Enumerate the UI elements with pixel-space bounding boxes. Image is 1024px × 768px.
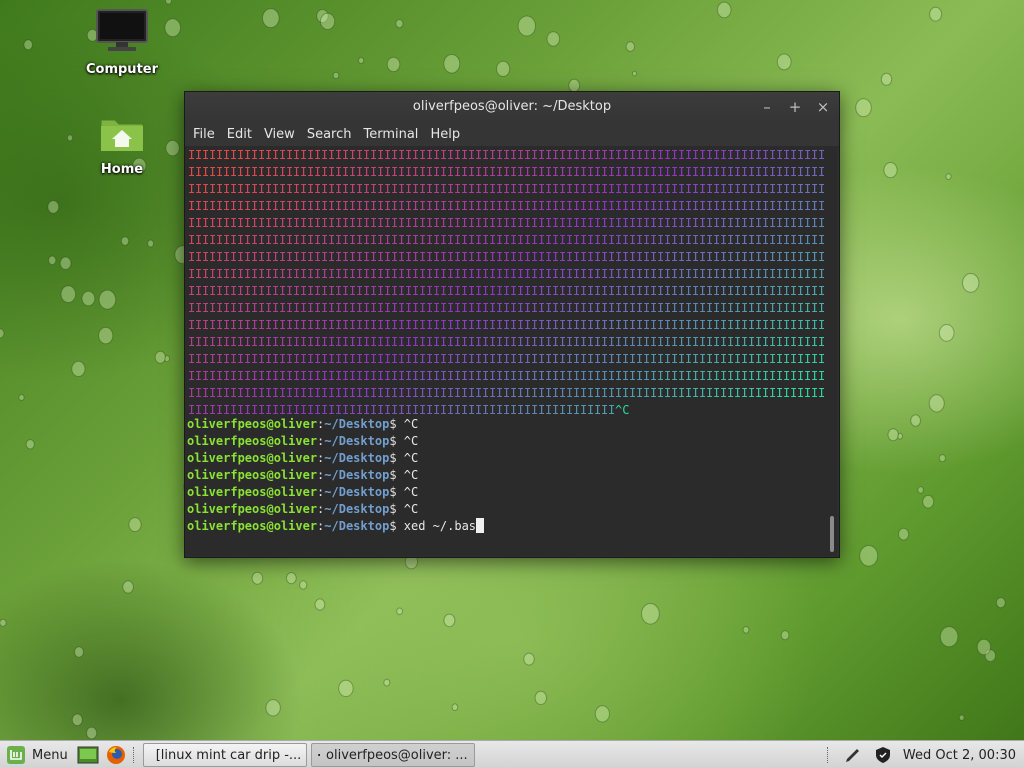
desktop-icon-computer[interactable]: Computer bbox=[82, 8, 162, 77]
terminal-line: oliverfpeos@oliver:~/Desktop$ ^C bbox=[185, 467, 827, 484]
scrollbar-thumb[interactable] bbox=[830, 516, 834, 552]
rainbow-glyph: I bbox=[818, 267, 825, 281]
terminal-line: oliverfpeos@oliver:~/Desktop$ ^C bbox=[185, 450, 827, 467]
rainbow-tail: ^C bbox=[615, 403, 629, 416]
terminal-line: oliverfpeos@oliver:~/Desktop$ ^C bbox=[185, 416, 827, 433]
terminal-scrollbar[interactable] bbox=[827, 146, 837, 556]
command-text: xed ~/.bas bbox=[396, 519, 477, 533]
terminal-line: oliverfpeos@oliver:~/Desktop$ ^C bbox=[185, 433, 827, 450]
terminal-line: oliverfpeos@oliver:~/Desktop$ xed ~/.bas bbox=[185, 518, 827, 535]
taskbar-window-image-viewer[interactable]: [linux mint car drip -... bbox=[142, 743, 307, 767]
prompt-path: ~/Desktop bbox=[324, 451, 390, 465]
rainbow-glyph: I bbox=[818, 386, 825, 400]
window-title: oliverfpeos@oliver: ~/Desktop bbox=[412, 99, 612, 114]
prompt-user-host: oliverfpeos@oliver bbox=[187, 468, 318, 482]
prompt-path: ~/Desktop bbox=[324, 502, 390, 516]
maximize-button[interactable]: + bbox=[787, 92, 803, 122]
taskbar-window-terminal[interactable]: oliverfpeos@oliver: ... bbox=[310, 743, 475, 767]
rainbow-glyph: I bbox=[818, 284, 825, 298]
taskbar-separator bbox=[826, 747, 830, 763]
menu-edit[interactable]: Edit bbox=[221, 127, 258, 142]
rainbow-glyph: I bbox=[818, 182, 825, 196]
command-text: ^C bbox=[396, 451, 419, 465]
prompt-path: ~/Desktop bbox=[324, 485, 390, 499]
terminal-menubar: File Edit View Search Terminal Help bbox=[185, 122, 839, 146]
rainbow-glyph: I bbox=[818, 352, 825, 366]
menu-file[interactable]: File bbox=[187, 127, 221, 142]
rainbow-glyph: I bbox=[818, 199, 825, 213]
rainbow-glyph: I bbox=[818, 148, 825, 162]
terminal-window[interactable]: oliverfpeos@oliver: ~/Desktop – + × File… bbox=[184, 91, 840, 558]
tray-pen-icon[interactable] bbox=[843, 745, 863, 765]
rainbow-glyph: I bbox=[818, 165, 825, 179]
window-titlebar[interactable]: oliverfpeos@oliver: ~/Desktop – + × bbox=[185, 92, 839, 122]
mint-logo-icon bbox=[7, 746, 25, 764]
command-text: ^C bbox=[396, 502, 419, 516]
terminal-output[interactable]: IIIIIIIIIIIIIIIIIIIIIIIIIIIIIIIIIIIIIIII… bbox=[185, 146, 827, 556]
minimize-button[interactable]: – bbox=[759, 92, 775, 122]
prompt-user-host: oliverfpeos@oliver bbox=[187, 434, 318, 448]
prompt-dollar: $ bbox=[389, 468, 397, 482]
prompt-dollar: $ bbox=[389, 434, 397, 448]
terminal-icon bbox=[317, 753, 320, 757]
monitor-icon bbox=[96, 9, 148, 51]
rainbow-glyph: I bbox=[818, 301, 825, 315]
desktop-icon-label: Home bbox=[100, 162, 144, 177]
taskbar-separator bbox=[132, 747, 136, 763]
taskbar-window-label: oliverfpeos@oliver: ... bbox=[326, 747, 468, 763]
prompt-dollar: $ bbox=[389, 519, 397, 533]
command-history: oliverfpeos@oliver:~/Desktop$ ^C oliverfp… bbox=[185, 416, 827, 535]
desktop-icon-home[interactable]: Home bbox=[82, 112, 162, 177]
rainbow-output: IIIIIIIIIIIIIIIIIIIIIIIIIIIIIIIIIIIIIIII… bbox=[188, 148, 825, 416]
close-button[interactable]: × bbox=[815, 92, 831, 122]
taskbar-window-label: [linux mint car drip -... bbox=[155, 747, 302, 763]
prompt-user-host: oliverfpeos@oliver bbox=[187, 502, 318, 516]
rainbow-glyph: I bbox=[818, 216, 825, 230]
command-text: ^C bbox=[396, 434, 419, 448]
firefox-icon bbox=[106, 746, 125, 764]
prompt-path: ~/Desktop bbox=[324, 434, 390, 448]
rainbow-glyph: I bbox=[818, 250, 825, 264]
rainbow-glyph: I bbox=[818, 318, 825, 332]
show-desktop-icon bbox=[77, 746, 99, 764]
terminal-line: oliverfpeos@oliver:~/Desktop$ ^C bbox=[185, 484, 827, 501]
command-text: ^C bbox=[396, 468, 419, 482]
launcher-firefox[interactable] bbox=[104, 744, 128, 766]
clock[interactable]: Wed Oct 2, 00:30 bbox=[903, 748, 1016, 763]
prompt-user-host: oliverfpeos@oliver bbox=[187, 485, 318, 499]
prompt-dollar: $ bbox=[389, 485, 397, 499]
prompt-path: ~/Desktop bbox=[324, 468, 390, 482]
menu-help[interactable]: Help bbox=[424, 127, 466, 142]
launcher-show-desktop[interactable] bbox=[76, 744, 100, 766]
desktop-icon-label: Computer bbox=[85, 62, 159, 77]
text-cursor bbox=[476, 518, 485, 533]
prompt-dollar: $ bbox=[389, 417, 397, 431]
prompt-user-host: oliverfpeos@oliver bbox=[187, 417, 318, 431]
terminal-line: oliverfpeos@oliver:~/Desktop$ ^C bbox=[185, 501, 827, 518]
menu-view[interactable]: View bbox=[258, 127, 301, 142]
tray-shield-icon[interactable] bbox=[873, 745, 893, 765]
prompt-dollar: $ bbox=[389, 451, 397, 465]
prompt-user-host: oliverfpeos@oliver bbox=[187, 519, 318, 533]
taskbar: Menu [linux mint car drip -... oliverfpe… bbox=[0, 740, 1024, 768]
prompt-path: ~/Desktop bbox=[324, 417, 390, 431]
menu-button[interactable]: Menu bbox=[0, 741, 74, 768]
rainbow-glyph: I bbox=[818, 233, 825, 247]
prompt-dollar: $ bbox=[389, 502, 397, 516]
menu-terminal[interactable]: Terminal bbox=[357, 127, 424, 142]
rainbow-glyph: I bbox=[818, 369, 825, 383]
prompt-user-host: oliverfpeos@oliver bbox=[187, 451, 318, 465]
prompt-path: ~/Desktop bbox=[324, 519, 390, 533]
rainbow-glyph: I bbox=[818, 335, 825, 349]
command-text: ^C bbox=[396, 485, 419, 499]
menu-label: Menu bbox=[32, 747, 68, 763]
home-folder-icon bbox=[100, 119, 144, 152]
command-text: ^C bbox=[396, 417, 419, 431]
menu-search[interactable]: Search bbox=[301, 127, 358, 142]
